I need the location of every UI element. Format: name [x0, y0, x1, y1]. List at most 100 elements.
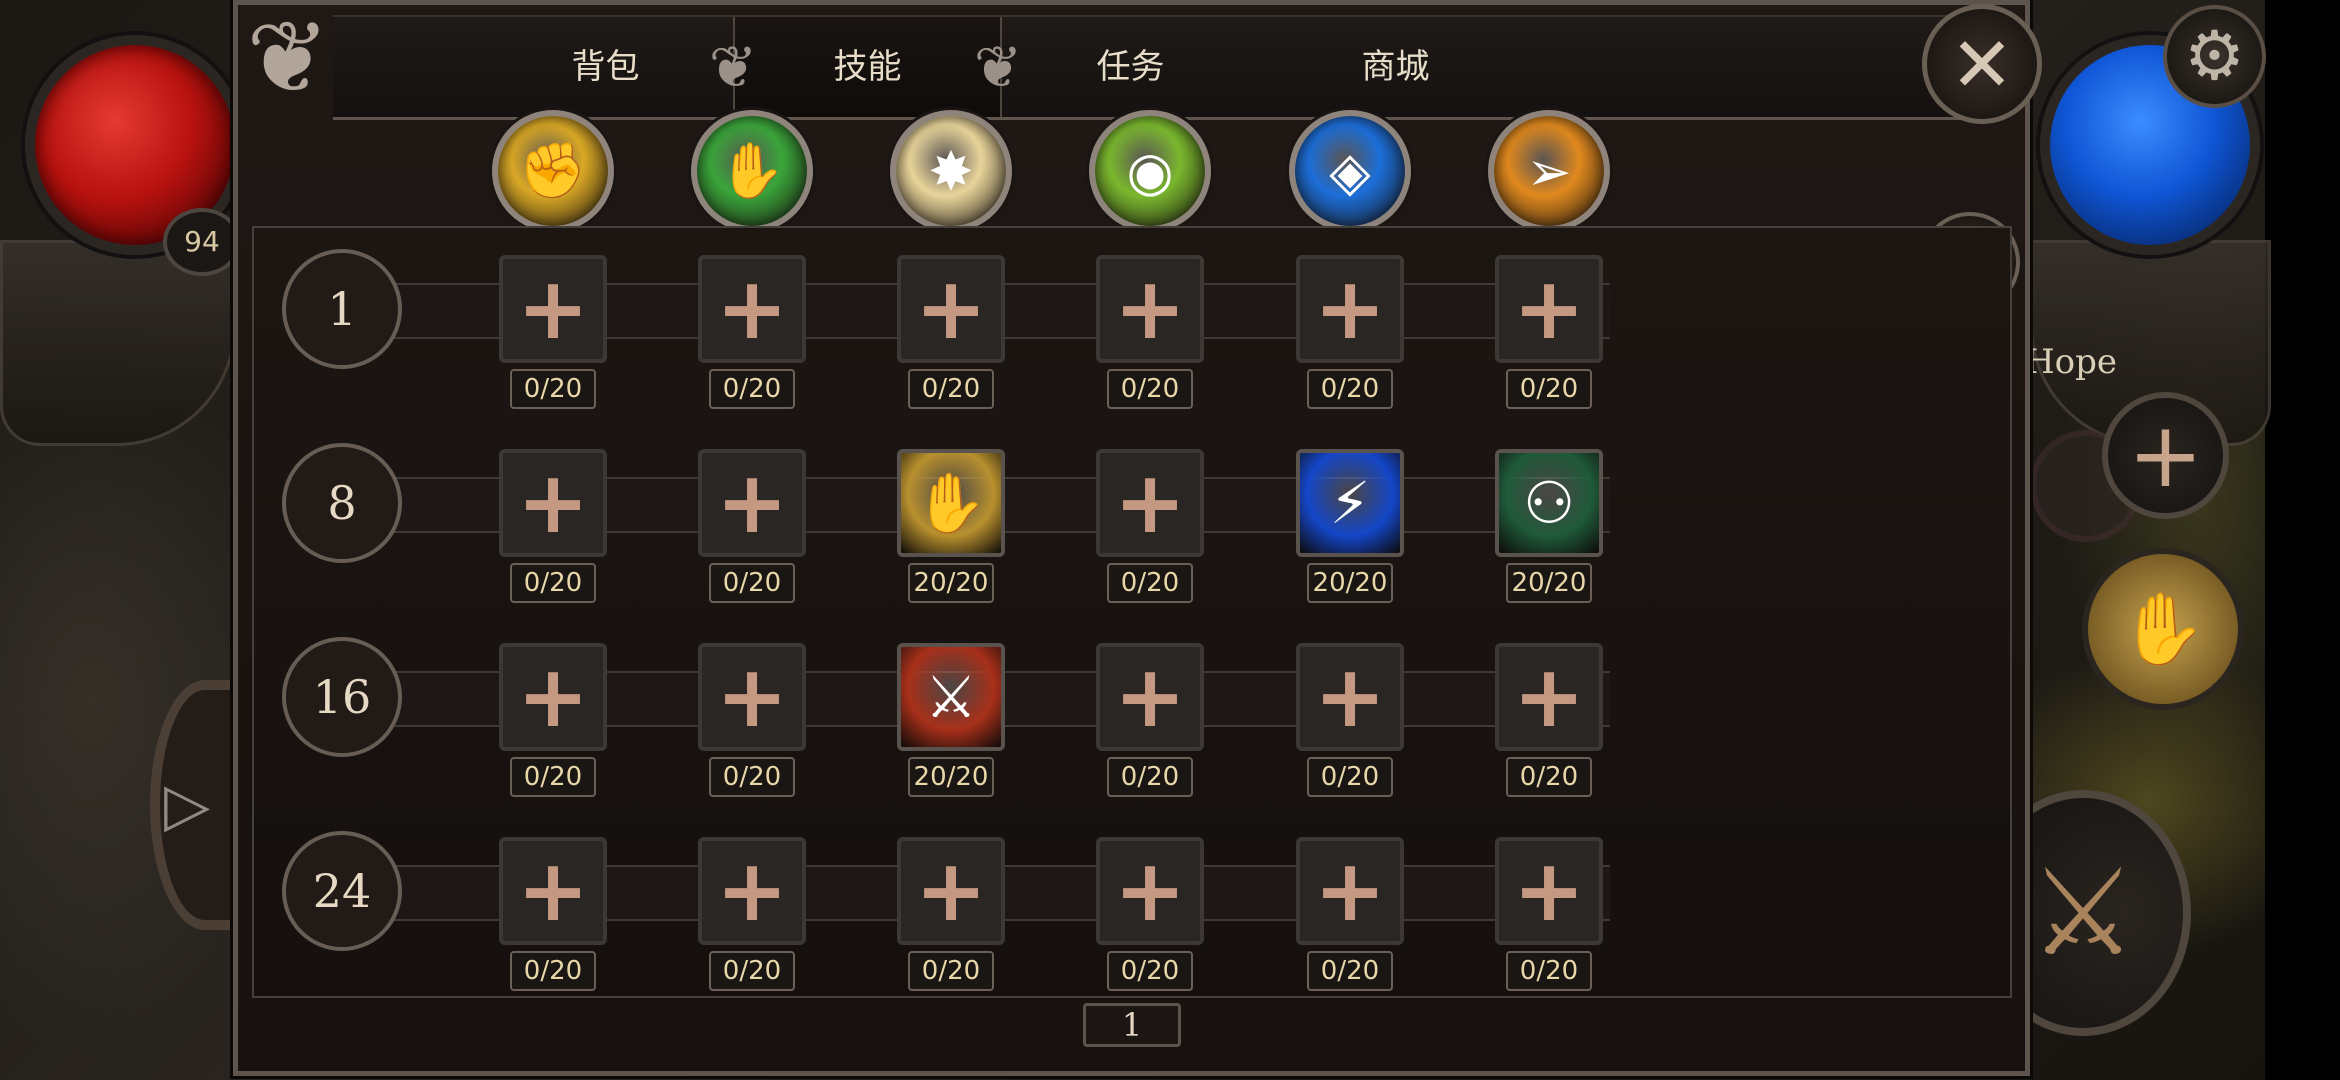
learned-skill-slot[interactable]: ⚔: [897, 643, 1005, 751]
locked-cross-icon: +: [914, 841, 988, 941]
locked-cross-icon: +: [516, 453, 590, 553]
tab-shop[interactable]: 商城: [1263, 17, 1528, 117]
row-level-badge: 1: [282, 249, 402, 369]
learned-skill-slot[interactable]: ✋: [897, 449, 1005, 557]
bow-skill-icon[interactable]: ➢: [1488, 110, 1610, 232]
locked-cross-icon: +: [1313, 259, 1387, 359]
locked-cross-icon: +: [1113, 453, 1187, 553]
skill-points-count: 0/20: [1307, 951, 1393, 991]
locked-skill-slot[interactable]: +: [897, 837, 1005, 945]
gear-icon: ⚙: [2184, 17, 2245, 96]
fist-skill-icon[interactable]: ✊: [492, 110, 614, 232]
locked-cross-icon: +: [1512, 841, 1586, 941]
skill-points-count: 20/20: [1506, 563, 1592, 603]
skill-points-count: 0/20: [709, 563, 795, 603]
skill-points-count: 0/20: [1107, 369, 1193, 409]
locked-skill-slot[interactable]: +: [698, 837, 806, 945]
location-label: Hope: [2025, 342, 2118, 382]
locked-skill-slot[interactable]: +: [698, 449, 806, 557]
locked-skill-slot[interactable]: +: [1096, 837, 1204, 945]
skill-points-count: 20/20: [1307, 563, 1393, 603]
locked-skill-slot[interactable]: +: [499, 837, 607, 945]
locked-skill-slot[interactable]: +: [698, 255, 806, 363]
row-level-badge: 24: [282, 831, 402, 951]
locked-skill-slot[interactable]: +: [1495, 837, 1603, 945]
ice-shield-skill-icon[interactable]: ◈: [1289, 110, 1411, 232]
tab-quests[interactable]: 任务: [998, 17, 1263, 117]
locked-skill-slot[interactable]: +: [1096, 449, 1204, 557]
crossed-swords-icon: ⚔: [925, 663, 977, 731]
locked-skill-slot[interactable]: +: [1495, 643, 1603, 751]
sword-icon: ⚔: [2029, 843, 2137, 983]
green-claw-skill-icon[interactable]: ✋: [691, 110, 813, 232]
locked-skill-slot[interactable]: +: [499, 255, 607, 363]
tab-skills[interactable]: 技能: [733, 17, 1002, 117]
tab-inventory[interactable]: 背包: [478, 17, 733, 117]
locked-cross-icon: +: [516, 259, 590, 359]
lightning-bolt-icon: ⚡: [1329, 469, 1371, 537]
locked-cross-icon: +: [715, 647, 789, 747]
locked-skill-slot[interactable]: +: [499, 643, 607, 751]
locked-cross-icon: +: [1113, 259, 1187, 359]
locked-cross-icon: +: [715, 259, 789, 359]
locked-cross-icon: +: [1113, 647, 1187, 747]
locked-cross-icon: +: [1313, 647, 1387, 747]
skill-points-count: 0/20: [908, 951, 994, 991]
skill-points-count: 0/20: [1506, 951, 1592, 991]
add-skill-button[interactable]: +: [2102, 392, 2229, 519]
locked-skill-slot[interactable]: +: [698, 643, 806, 751]
page-indicator: 1: [1083, 1003, 1181, 1047]
close-icon: ✕: [1950, 19, 2014, 109]
holy-palm-icon: ✋: [2119, 587, 2207, 670]
skill-points-count: 20/20: [908, 757, 994, 797]
locked-cross-icon: +: [914, 259, 988, 359]
skill-points-count: 0/20: [908, 369, 994, 409]
close-panel-button[interactable]: ✕: [1922, 4, 2042, 124]
holy-palm-icon: ✋: [914, 468, 988, 537]
settings-button[interactable]: ⚙: [2163, 5, 2266, 108]
learned-skill-slot[interactable]: ⚇: [1495, 449, 1603, 557]
locked-cross-icon: +: [516, 841, 590, 941]
hooded-hunter-icon: ⚇: [1523, 469, 1575, 537]
locked-skill-slot[interactable]: +: [897, 255, 1005, 363]
locked-skill-slot[interactable]: +: [499, 449, 607, 557]
skill-points-count: 0/20: [1107, 951, 1193, 991]
locked-cross-icon: +: [1512, 259, 1586, 359]
locked-cross-icon: +: [516, 647, 590, 747]
locked-skill-slot[interactable]: +: [1296, 837, 1404, 945]
corner-ornament-icon: ❦: [246, 0, 330, 116]
skill-points-count: 0/20: [1506, 757, 1592, 797]
locked-skill-slot[interactable]: +: [1296, 643, 1404, 751]
light-hand-skill-icon[interactable]: ✸: [890, 110, 1012, 232]
locked-cross-icon: +: [715, 453, 789, 553]
skill-points-count: 0/20: [709, 757, 795, 797]
skill-points-count: 0/20: [1307, 369, 1393, 409]
skill-points-count: 0/20: [1107, 563, 1193, 603]
quick-skill-button[interactable]: ✋: [2082, 548, 2244, 710]
learned-skill-slot[interactable]: ⚡: [1296, 449, 1404, 557]
skill-points-count: 0/20: [510, 369, 596, 409]
locked-cross-icon: +: [1113, 841, 1187, 941]
skill-points-count: 0/20: [709, 951, 795, 991]
locked-skill-slot[interactable]: +: [1096, 643, 1204, 751]
skill-points-count: 0/20: [510, 757, 596, 797]
locked-cross-icon: +: [715, 841, 789, 941]
row-level-badge: 8: [282, 443, 402, 563]
play-arrow-icon: ▷: [164, 770, 211, 840]
locked-cross-icon: +: [1512, 647, 1586, 747]
locked-cross-icon: +: [1313, 841, 1387, 941]
locked-skill-slot[interactable]: +: [1296, 255, 1404, 363]
skill-points-count: 0/20: [1307, 757, 1393, 797]
row-level-badge: 16: [282, 637, 402, 757]
skill-points-count: 0/20: [510, 951, 596, 991]
skill-points-count: 0/20: [709, 369, 795, 409]
player-level-badge: 94: [163, 208, 241, 276]
screen-edge: [2265, 0, 2340, 1080]
locked-skill-slot[interactable]: +: [1096, 255, 1204, 363]
skill-points-count: 0/20: [1107, 757, 1193, 797]
plus-icon: +: [2127, 403, 2204, 508]
tab-bar: 背包 技能 ❦ ❦ 任务 商城: [333, 15, 1973, 120]
nature-orb-skill-icon[interactable]: ◉: [1089, 110, 1211, 232]
locked-skill-slot[interactable]: +: [1495, 255, 1603, 363]
skill-points-count: 0/20: [510, 563, 596, 603]
